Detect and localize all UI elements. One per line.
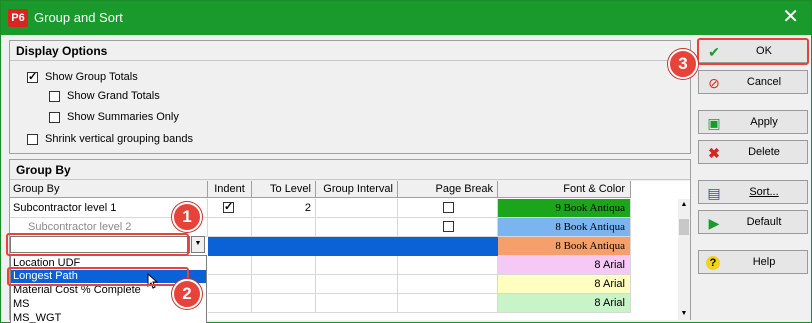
row5-indent[interactable]: [208, 275, 252, 294]
shrink-bands-checkbox[interactable]: [27, 133, 38, 145]
row6-font-color[interactable]: 8 Arial: [498, 294, 631, 313]
sort-icon: ▤: [707, 185, 721, 201]
combo-highlight: [6, 233, 189, 256]
row4-font-color[interactable]: 8 Arial: [498, 256, 631, 275]
delete-x-icon: ✖: [708, 145, 720, 161]
show-grand-totals-option[interactable]: Show Grand Totals: [49, 88, 160, 104]
window-title: Group and Sort: [34, 10, 123, 25]
show-grand-totals-checkbox[interactable]: [49, 90, 60, 102]
cancel-button[interactable]: ⊘ Cancel: [698, 70, 808, 94]
row6-page-break[interactable]: [398, 294, 498, 313]
cancel-icon: ⊘: [708, 75, 720, 91]
group-and-sort-dialog: P6 Group and Sort ✕ Display Options Show…: [0, 0, 812, 323]
row2-group-interval[interactable]: [316, 218, 398, 237]
col-header-group-by[interactable]: Group By: [10, 181, 208, 198]
close-icon[interactable]: ✕: [782, 6, 799, 28]
row2-to-level[interactable]: [252, 218, 316, 237]
scroll-down-icon[interactable]: ▼: [678, 308, 690, 320]
option-highlight: [7, 267, 189, 286]
scroll-thumb[interactable]: [679, 219, 689, 235]
p6-app-icon: P6: [8, 9, 28, 27]
row1-page-break-checkbox[interactable]: [443, 202, 454, 213]
show-group-totals-label: Show Group Totals: [45, 71, 138, 83]
row6-indent[interactable]: [208, 294, 252, 313]
row3-selection-band[interactable]: [208, 237, 498, 256]
callout-badge-3: 3: [668, 49, 698, 79]
shrink-bands-label: Shrink vertical grouping bands: [45, 133, 193, 145]
col-header-font-color[interactable]: Font & Color: [498, 181, 631, 198]
show-summaries-only-option[interactable]: Show Summaries Only: [49, 109, 179, 125]
callout-badge-2: 2: [172, 279, 202, 309]
play-icon: ▶: [708, 215, 720, 231]
show-grand-totals-label: Show Grand Totals: [67, 90, 160, 102]
col-header-indent[interactable]: Indent: [208, 181, 252, 198]
show-group-totals-checkbox[interactable]: [27, 70, 38, 83]
delete-button[interactable]: ✖ Delete: [698, 140, 808, 164]
col-header-page-break[interactable]: Page Break: [398, 181, 498, 198]
row4-group-interval[interactable]: [316, 256, 398, 275]
row5-to-level[interactable]: [252, 275, 316, 294]
row2-indent[interactable]: [208, 218, 252, 237]
row1-page-break[interactable]: [398, 199, 498, 218]
row5-page-break[interactable]: [398, 275, 498, 294]
row2-page-break[interactable]: [398, 218, 498, 237]
row4-to-level[interactable]: [252, 256, 316, 275]
row4-page-break[interactable]: [398, 256, 498, 275]
chevron-down-icon[interactable]: ▼: [191, 236, 205, 253]
shrink-bands-option[interactable]: Shrink vertical grouping bands: [27, 131, 193, 147]
help-icon: ?: [706, 256, 720, 270]
row2-font-color[interactable]: 8 Book Antiqua: [498, 218, 631, 237]
row5-font-color[interactable]: 8 Arial: [498, 275, 631, 294]
show-group-totals-option[interactable]: Show Group Totals: [27, 69, 138, 85]
col-header-group-interval[interactable]: Group Interval: [316, 181, 398, 198]
dropdown-option-ms-wgt[interactable]: MS_WGT: [11, 312, 206, 323]
show-summaries-only-label: Show Summaries Only: [67, 111, 179, 123]
row5-group-interval[interactable]: [316, 275, 398, 294]
default-button[interactable]: ▶ Default: [698, 210, 808, 234]
scroll-up-icon[interactable]: ▲: [678, 199, 690, 211]
row1-font-color[interactable]: 9 Book Antiqua: [498, 199, 631, 218]
col-header-to-level[interactable]: To Level: [252, 181, 316, 198]
apply-icon: ▣: [707, 115, 721, 131]
row1-indent-checkbox[interactable]: [223, 200, 234, 213]
apply-button[interactable]: ▣ Apply: [698, 110, 808, 134]
row4-indent[interactable]: [208, 256, 252, 275]
help-button[interactable]: ? Help: [698, 250, 808, 274]
ok-highlight: [697, 38, 809, 65]
grid-vertical-scrollbar[interactable]: ▲ ▼: [678, 199, 690, 320]
row1-group-interval[interactable]: [316, 199, 398, 218]
title-bar: P6 Group and Sort ✕: [1, 1, 811, 35]
row1-to-level[interactable]: 2: [252, 199, 316, 218]
callout-badge-1: 1: [172, 202, 202, 232]
display-options-header: Display Options: [10, 41, 690, 61]
sort-button[interactable]: ▤ Sort...: [698, 180, 808, 204]
display-options-panel: Display Options Show Group Totals Show G…: [9, 40, 691, 154]
row6-to-level[interactable]: [252, 294, 316, 313]
row3-font-color[interactable]: 8 Book Antiqua: [498, 237, 631, 256]
row6-group-interval[interactable]: [316, 294, 398, 313]
row1-indent[interactable]: [208, 199, 252, 218]
row2-page-break-checkbox[interactable]: [443, 221, 454, 232]
show-summaries-only-checkbox[interactable]: [49, 111, 60, 123]
group-by-header: Group By: [10, 160, 690, 180]
